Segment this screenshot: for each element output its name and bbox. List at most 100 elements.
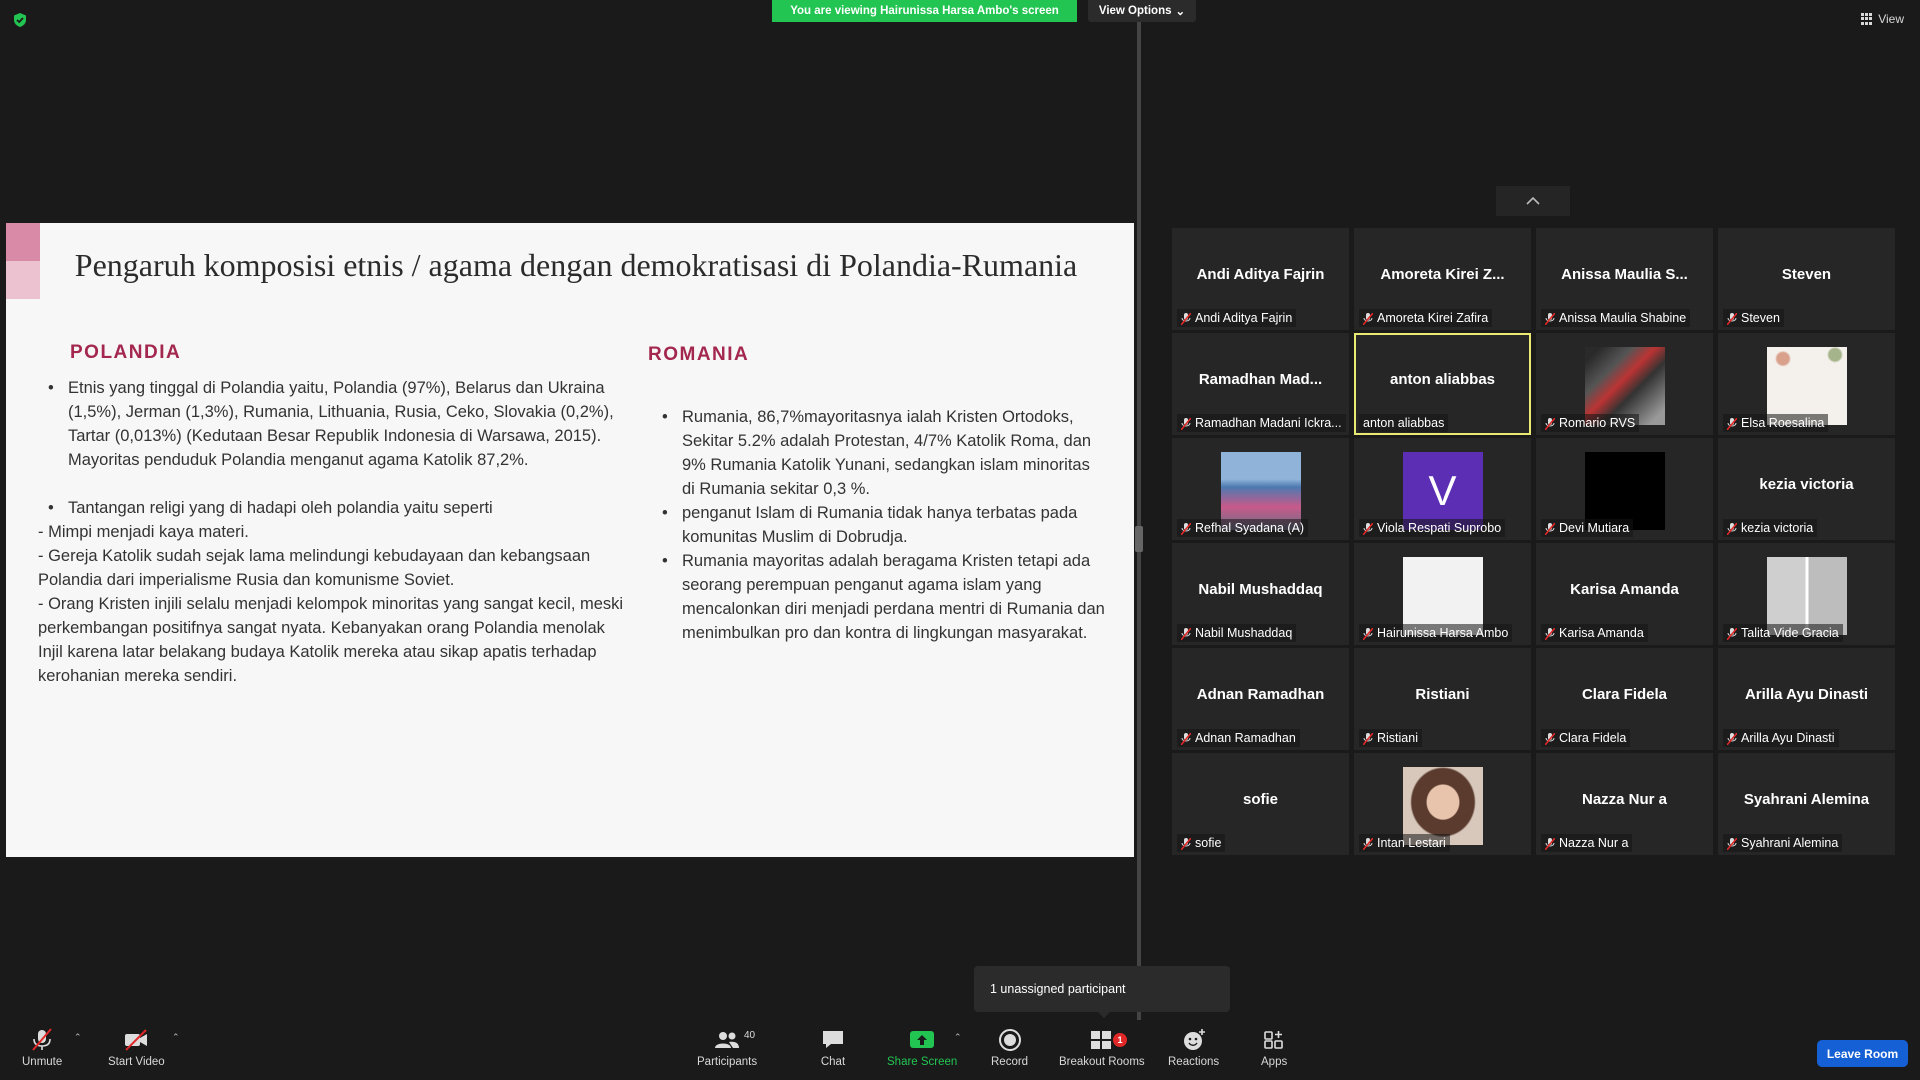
participant-tile[interactable]: Adnan Ramadhan Adnan Ramadhan xyxy=(1172,648,1349,750)
breakout-rooms-label: Breakout Rooms xyxy=(1059,1056,1145,1068)
view-options-button[interactable]: View Options ⌄ xyxy=(1088,0,1196,22)
participant-tile[interactable]: Nabil Mushaddaq Nabil Mushaddaq xyxy=(1172,543,1349,645)
audio-options-caret-icon[interactable]: ⌃ xyxy=(74,1032,82,1043)
participant-display-name: Adnan Ramadhan xyxy=(1196,686,1325,703)
leave-room-button[interactable]: Leave Room xyxy=(1817,1040,1908,1067)
muted-mic-icon xyxy=(1544,417,1556,431)
participant-tile[interactable]: anton aliabbas anton aliabbas xyxy=(1354,333,1531,435)
participant-tile[interactable]: Arilla Ayu Dinasti Arilla Ayu Dinasti xyxy=(1718,648,1895,750)
participant-display-name: Clara Fidela xyxy=(1581,686,1668,703)
muted-mic-icon xyxy=(1726,417,1738,431)
muted-mic-icon xyxy=(1544,732,1556,746)
participant-tile[interactable]: Karisa Amanda Karisa Amanda xyxy=(1536,543,1713,645)
breakout-rooms-button[interactable]: Breakout Rooms xyxy=(1059,1028,1145,1068)
record-button[interactable]: Record xyxy=(991,1028,1028,1068)
chevron-down-icon: ⌄ xyxy=(1175,6,1186,18)
participant-tile[interactable]: Romario RVS xyxy=(1536,333,1713,435)
smiley-plus-icon xyxy=(1183,1029,1205,1050)
muted-mic-icon xyxy=(1544,522,1556,536)
participant-name-label: Nazza Nur a xyxy=(1541,834,1633,852)
participant-tile[interactable]: Hairunissa Harsa Ambo xyxy=(1354,543,1531,645)
slide-text-line: - Mimpi menjadi kaya materi. xyxy=(38,523,249,541)
unmute-label: Unmute xyxy=(22,1056,63,1068)
participants-icon xyxy=(715,1032,740,1048)
video-options-caret-icon[interactable]: ⌃ xyxy=(172,1032,180,1043)
muted-mic-icon xyxy=(1726,837,1738,851)
participant-name: Amoreta Kirei Zafira xyxy=(1377,311,1489,325)
participant-name: Romario RVS xyxy=(1559,416,1636,430)
romania-column: Rumania, 86,7%mayoritasnya ialah Kristen… xyxy=(660,405,1105,645)
share-options-caret-icon[interactable]: ⌃ xyxy=(954,1032,962,1043)
participant-tile[interactable]: Andi Aditya Fajrin Andi Aditya Fajrin xyxy=(1172,228,1349,330)
participant-display-name: Ramadhan Mad... xyxy=(1198,371,1323,388)
apps-button[interactable]: Apps xyxy=(1261,1028,1287,1068)
participant-name: Anissa Maulia Shabine xyxy=(1559,311,1687,325)
participant-tile[interactable]: Devi Mutiara xyxy=(1536,438,1713,540)
participant-tile[interactable]: Clara Fidela Clara Fidela xyxy=(1536,648,1713,750)
participant-name: anton aliabbas xyxy=(1363,416,1445,430)
muted-mic-icon xyxy=(32,1028,52,1051)
muted-mic-icon xyxy=(1726,312,1738,326)
muted-mic-icon xyxy=(1180,732,1192,746)
chat-button[interactable]: Chat xyxy=(820,1028,846,1068)
participant-name-label: sofie xyxy=(1177,834,1226,852)
participant-tile[interactable]: Elsa Roesalina xyxy=(1718,333,1895,435)
participant-tile[interactable]: V Viola Respati Suprobo xyxy=(1354,438,1531,540)
muted-mic-icon xyxy=(1362,627,1374,641)
participant-name-label: Amoreta Kirei Zafira xyxy=(1359,309,1493,327)
participant-tile[interactable]: Syahrani Alemina Syahrani Alemina xyxy=(1718,753,1895,855)
muted-mic-icon xyxy=(1544,627,1556,641)
participant-tile[interactable]: Anissa Maulia S... Anissa Maulia Shabine xyxy=(1536,228,1713,330)
participant-tile[interactable]: Intan Lestari xyxy=(1354,753,1531,855)
participant-name: Karisa Amanda xyxy=(1559,626,1644,640)
participant-display-name: anton aliabbas xyxy=(1389,371,1496,388)
participant-tile[interactable]: Nazza Nur a Nazza Nur a xyxy=(1536,753,1713,855)
participant-name-label: Ramadhan Madani Ickra... xyxy=(1177,414,1346,432)
slide-bullet-point: Rumania, 86,7%mayoritasnya ialah Kristen… xyxy=(660,405,1105,501)
participant-display-name: sofie xyxy=(1242,791,1278,808)
participant-tile[interactable]: Refhal Syadana (A) xyxy=(1172,438,1349,540)
participant-tile[interactable]: Talita Vide Gracia xyxy=(1718,543,1895,645)
participant-name-label: Devi Mutiara xyxy=(1541,519,1634,537)
divider-drag-handle[interactable] xyxy=(1135,526,1143,552)
muted-mic-icon xyxy=(1726,732,1738,746)
gallery-view-button[interactable]: View xyxy=(1861,12,1904,26)
start-video-button[interactable]: Start Video xyxy=(108,1028,165,1068)
slide-accent-bar-light xyxy=(6,261,40,299)
muted-mic-icon xyxy=(1726,627,1738,641)
participant-name: Nabil Mushaddaq xyxy=(1195,626,1293,640)
participant-name: Steven xyxy=(1741,311,1780,325)
reactions-button[interactable]: Reactions xyxy=(1168,1028,1219,1068)
share-screen-button[interactable]: Share Screen xyxy=(887,1028,957,1068)
participant-tile[interactable]: kezia victoria kezia victoria xyxy=(1718,438,1895,540)
participant-name: Clara Fidela xyxy=(1559,731,1627,745)
participant-name-label: Karisa Amanda xyxy=(1541,624,1648,642)
split-divider[interactable] xyxy=(1137,22,1141,1020)
collapse-gallery-button[interactable] xyxy=(1496,186,1570,216)
participant-tile[interactable]: Steven Steven xyxy=(1718,228,1895,330)
participant-name-label: Elsa Roesalina xyxy=(1723,414,1829,432)
muted-mic-icon xyxy=(1362,837,1374,851)
security-shield-icon[interactable] xyxy=(12,12,28,28)
participant-tile[interactable]: Amoreta Kirei Z... Amoreta Kirei Zafira xyxy=(1354,228,1531,330)
chat-label: Chat xyxy=(820,1056,846,1068)
participant-tile[interactable]: sofie sofie xyxy=(1172,753,1349,855)
slide-text-line: - Gereja Katolik sudah sejak lama melind… xyxy=(38,547,591,589)
participant-name-label: Ristiani xyxy=(1359,729,1422,747)
chevron-up-icon xyxy=(1526,197,1540,205)
participant-display-name: Steven xyxy=(1781,266,1832,283)
reactions-label: Reactions xyxy=(1168,1056,1220,1068)
unmute-button[interactable]: Unmute xyxy=(22,1028,62,1068)
muted-mic-icon xyxy=(1362,312,1374,326)
participant-name: Talita Vide Gracia xyxy=(1741,626,1839,640)
participant-name-label: kezia victoria xyxy=(1723,519,1818,537)
share-screen-label: Share Screen xyxy=(887,1056,958,1068)
participant-tile[interactable]: Ramadhan Mad... Ramadhan Madani Ickra... xyxy=(1172,333,1349,435)
participant-tile[interactable]: Ristiani Ristiani xyxy=(1354,648,1531,750)
participant-name-label: Talita Vide Gracia xyxy=(1723,624,1843,642)
participant-name: Nazza Nur a xyxy=(1559,836,1629,850)
muted-mic-icon xyxy=(1180,627,1192,641)
participant-display-name: Nazza Nur a xyxy=(1581,791,1668,808)
participant-name-label: Intan Lestari xyxy=(1359,834,1450,852)
